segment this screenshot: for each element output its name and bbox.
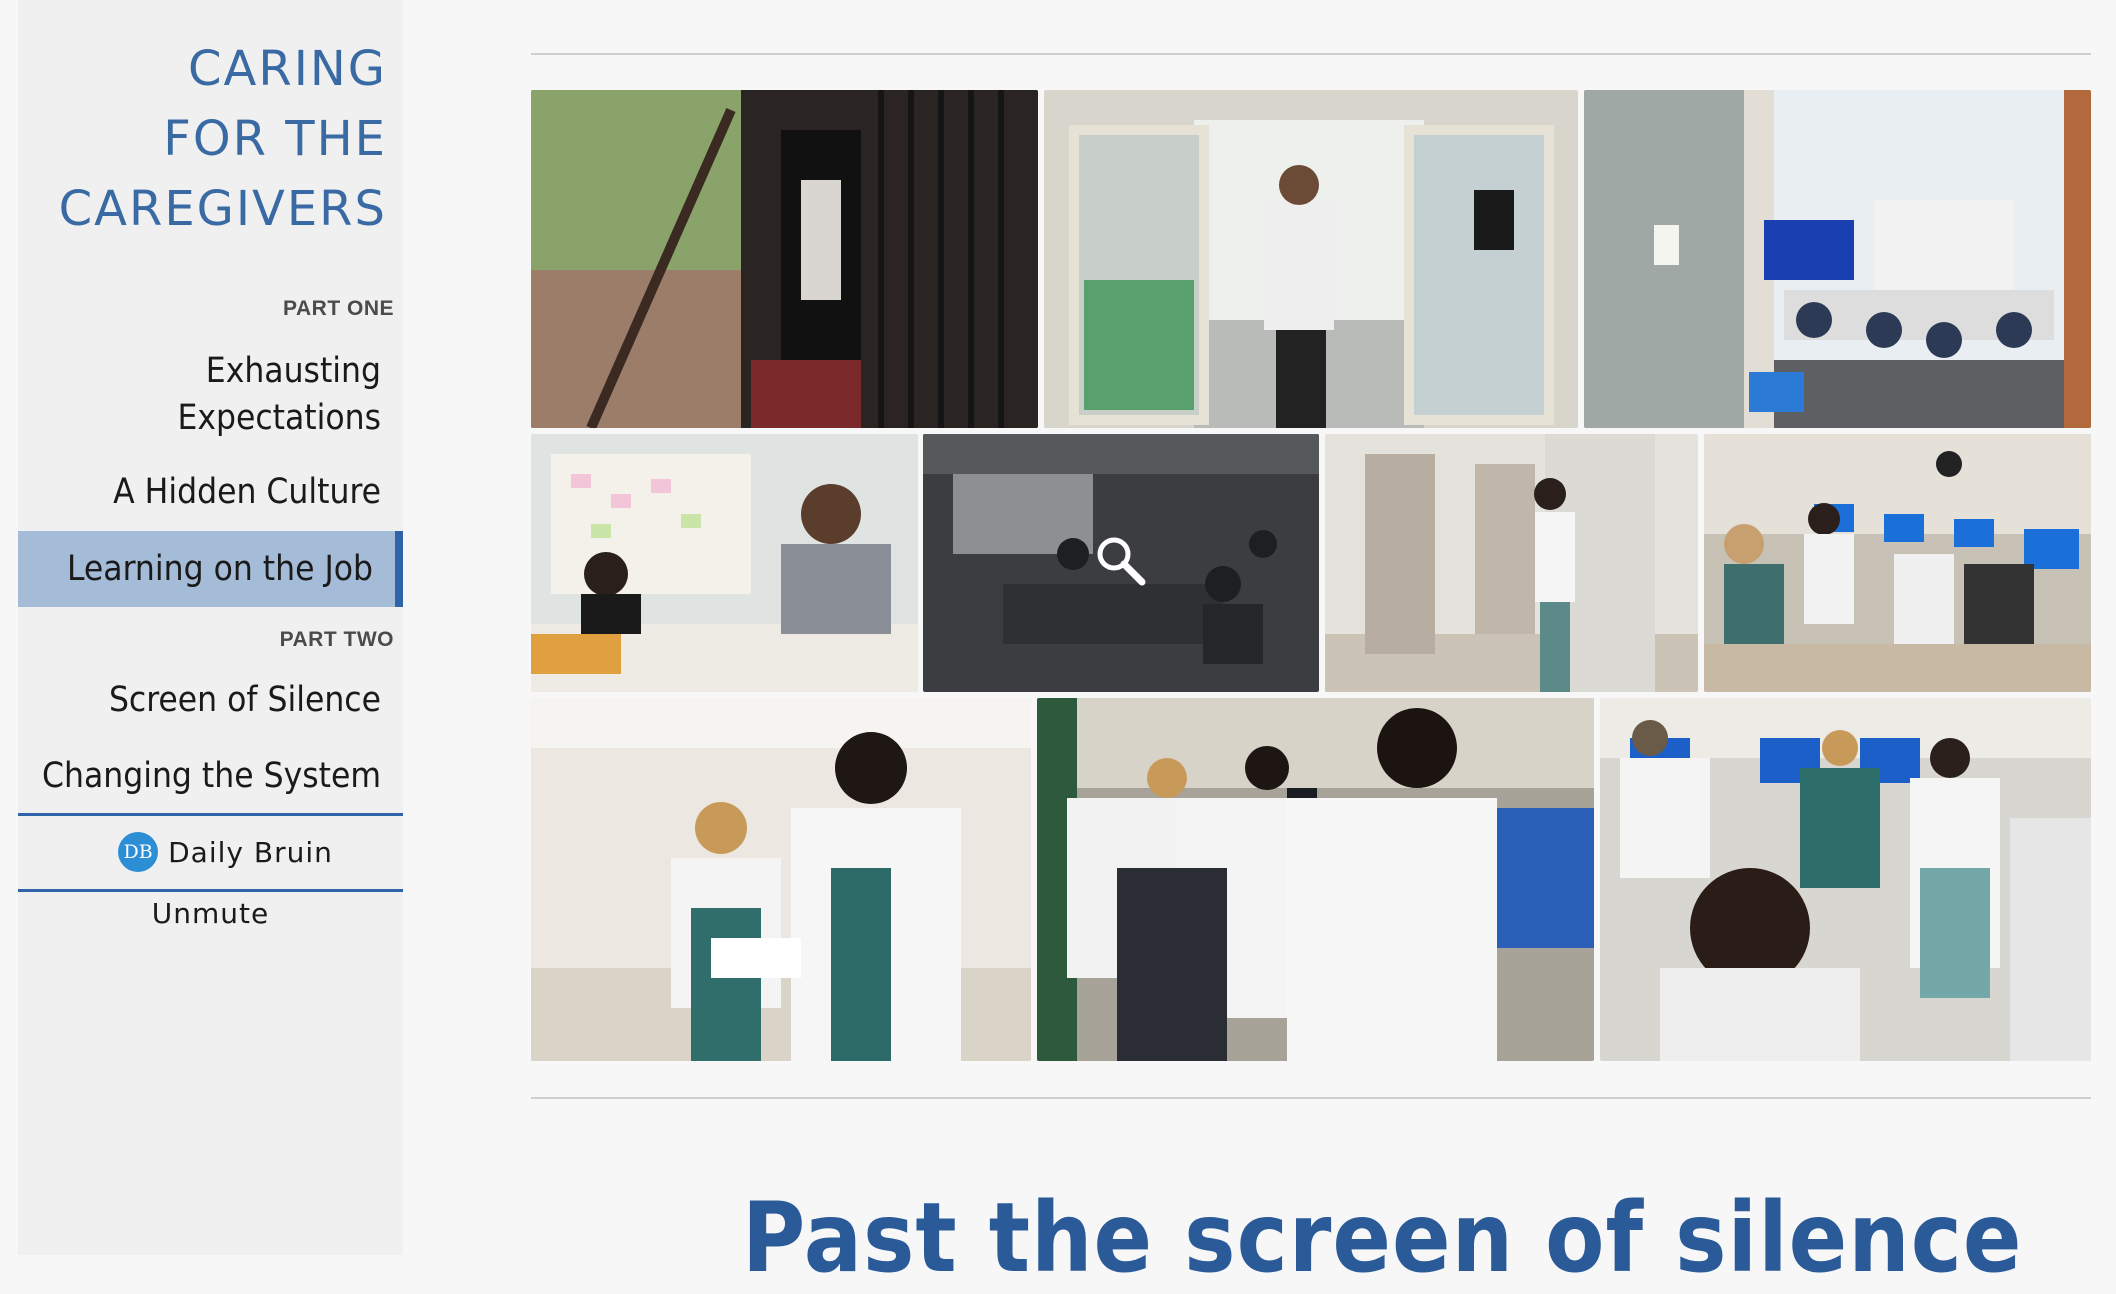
part-two-label: PART TWO — [279, 628, 394, 651]
nav-item-a-hidden-culture[interactable]: A Hidden Culture — [18, 469, 403, 516]
photo-doctor-in-hallway[interactable] — [1325, 434, 1698, 692]
daily-bruin-label: Daily Bruin — [168, 835, 333, 869]
daily-bruin-link[interactable]: DB Daily Bruin — [18, 817, 403, 887]
nav-item-label: Changing the System — [41, 756, 381, 796]
site-title[interactable]: CARING FOR THE CAREGIVERS — [27, 34, 387, 244]
nav-item-learning-on-the-job[interactable]: Learning on the Job — [18, 531, 403, 607]
part-one-label: PART ONE — [283, 297, 394, 320]
nav-item-label: Screen of Silence — [108, 680, 381, 720]
divider — [18, 889, 403, 892]
nav-item-label: Exhausting Expectations — [177, 351, 381, 438]
nav-item-label: Learning on the Job — [66, 549, 373, 589]
sidebar: CARING FOR THE CAREGIVERS PART ONE Exhau… — [18, 0, 403, 1255]
nav-item-exhausting-expectations[interactable]: Exhausting Expectations — [18, 348, 403, 442]
magnifier-icon[interactable] — [1090, 530, 1150, 590]
nav-item-label: A Hidden Culture — [113, 472, 381, 512]
nav-item-changing-the-system[interactable]: Changing the System — [18, 753, 403, 800]
unmute-button[interactable]: Unmute — [18, 897, 403, 930]
nav-item-screen-of-silence[interactable]: Screen of Silence — [18, 677, 403, 724]
photo-residents-working-at-terminals[interactable] — [1037, 698, 1594, 1061]
top-rule — [531, 53, 2091, 55]
section-headline: Past the screen of silence — [742, 1182, 2023, 1294]
bottom-rule — [531, 1097, 2091, 1099]
photo-residents-at-computers[interactable] — [1704, 434, 2091, 692]
photo-doctors-reviewing-papers[interactable] — [531, 698, 1031, 1061]
photo-doctor-with-stethoscope[interactable] — [531, 434, 918, 692]
daily-bruin-logo: DB — [118, 832, 159, 872]
photo-doctor-through-doors[interactable] — [1044, 90, 1578, 428]
photo-team-meeting-room[interactable] — [1584, 90, 2091, 428]
photo-residents-in-discussion[interactable] — [1600, 698, 2091, 1061]
divider — [18, 813, 403, 816]
photo-doctor-leaving-home[interactable] — [531, 90, 1038, 428]
